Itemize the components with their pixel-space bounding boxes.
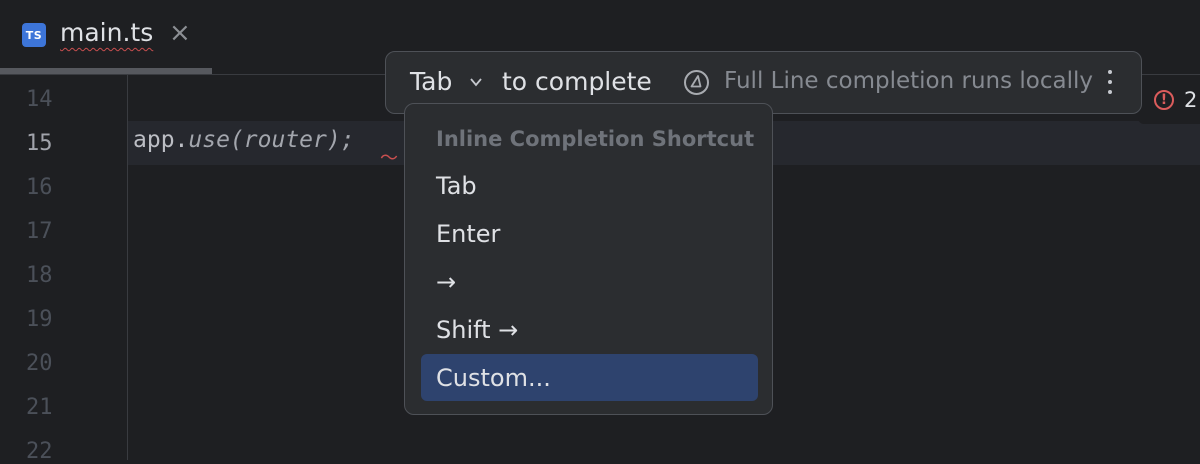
code-line-15[interactable]: app.use(router); [133,127,355,153]
line-number: 19 [26,307,53,332]
chevron-down-icon[interactable] [469,75,483,89]
problems-indicator[interactable]: ! 2 [1138,78,1200,124]
code-object: app. [133,127,189,153]
code-args: (router); [229,127,355,153]
line-number: 22 [26,439,53,464]
menu-item-tab[interactable]: Tab [421,162,758,209]
menu-item-enter[interactable]: Enter [421,210,758,257]
hint-action-label: to complete [502,67,652,96]
more-options-icon[interactable] [1101,65,1119,99]
error-icon: ! [1154,90,1174,110]
typescript-file-icon: TS [22,23,46,47]
line-number: 17 [26,219,53,244]
shortcut-dropdown[interactable]: Tab [410,67,452,96]
menu-item-custom[interactable]: Custom... [421,354,758,401]
line-number: 20 [26,351,53,376]
gutter-divider [127,75,128,460]
tab-title: main.ts [60,18,154,47]
line-number: 18 [26,263,53,288]
line-number: 16 [26,175,53,200]
line-number: 14 [26,87,53,112]
menu-header: Inline Completion Shortcut [436,127,755,151]
error-count: 2 [1184,88,1198,112]
shortcut-menu: Inline Completion Shortcut Tab Enter → S… [404,103,773,415]
local-model-icon [684,70,709,95]
tab-main-ts[interactable]: TS main.ts × [0,0,212,75]
error-squiggle: ～ [380,148,398,169]
menu-item-shift-right-arrow[interactable]: Shift → [421,306,758,353]
close-icon[interactable]: × [169,18,191,48]
hint-info-text: Full Line completion runs locally [724,68,1094,94]
line-number-current: 15 [26,131,53,156]
line-number: 21 [26,395,53,420]
code-method: use [188,127,230,153]
menu-item-right-arrow[interactable]: → [421,258,758,305]
